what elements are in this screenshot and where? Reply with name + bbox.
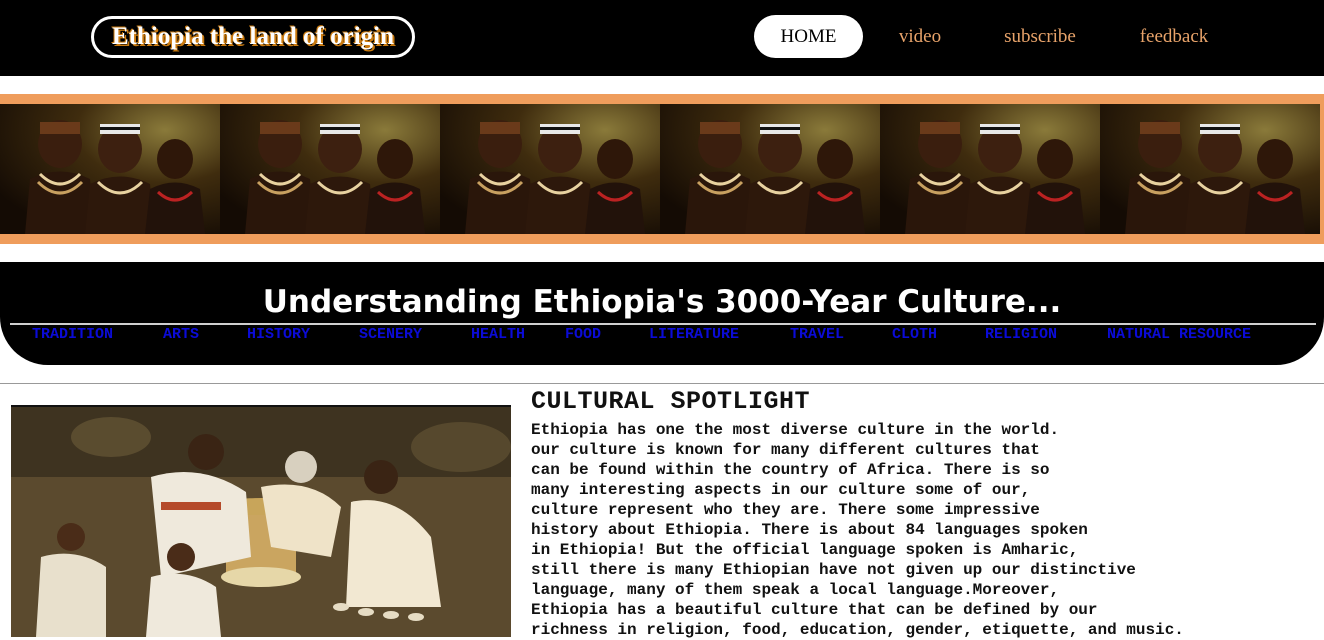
category-natural-resource-link[interactable]: NATURAL RESOURCE	[1107, 326, 1251, 344]
banner-photo-tile	[1100, 104, 1320, 234]
banner-photo-tile	[0, 104, 220, 234]
spotlight-line: history about Ethiopia. There is about 8…	[531, 521, 1088, 539]
banner-image-strip	[0, 104, 1324, 234]
culture-header: Understanding Ethiopia's 3000-Year Cultu…	[0, 262, 1324, 365]
category-literature-link[interactable]: LITERATURE	[649, 326, 739, 344]
banner-photo-tile	[440, 104, 660, 234]
spotlight-line: still there is many Ethiopian have not g…	[531, 561, 1136, 579]
category-health-link[interactable]: HEALTH	[471, 326, 525, 344]
spotlight-line: our culture is known for many different …	[531, 441, 1040, 459]
category-cloth-link[interactable]: CLOTH	[892, 326, 937, 344]
nav-video-link[interactable]: video	[880, 15, 960, 58]
spotlight-line: richness in religion, food, education, g…	[531, 621, 1184, 639]
banner-photo-tile	[220, 104, 440, 234]
category-food-link[interactable]: FOOD	[565, 326, 601, 344]
painting-illustration	[11, 407, 511, 637]
spotlight-body: Ethiopia has one the most diverse cultur…	[531, 420, 1311, 640]
nav-feedback-link[interactable]: feedback	[1124, 15, 1224, 58]
culture-divider	[10, 323, 1316, 325]
category-tradition-link[interactable]: TRADITION	[32, 326, 113, 344]
coffee-ceremony-painting	[11, 405, 511, 637]
spotlight-line: in Ethiopia! But the official language s…	[531, 541, 1079, 559]
nav-subscribe-link[interactable]: subscribe	[990, 15, 1090, 58]
spotlight-title: CULTURAL SPOTLIGHT	[531, 387, 811, 416]
spotlight-line: Ethiopia has one the most diverse cultur…	[531, 421, 1060, 439]
category-travel-link[interactable]: TRAVEL	[790, 326, 844, 344]
spotlight-line: language, many of them speak a local lan…	[531, 581, 1060, 599]
category-history-link[interactable]: HISTORY	[247, 326, 310, 344]
banner-photo-tile	[880, 104, 1100, 234]
banner-photo-tile	[660, 104, 880, 234]
culture-title: Understanding Ethiopia's 3000-Year Cultu…	[262, 284, 1062, 320]
top-navigation-bar: Ethiopia the land of origin HOME video s…	[0, 0, 1324, 76]
nav-home-link[interactable]: HOME	[754, 15, 863, 58]
site-logo[interactable]: Ethiopia the land of origin	[91, 16, 415, 58]
spotlight-line: Ethiopia has a beautiful culture that ca…	[531, 601, 1098, 619]
spotlight-line: culture represent who they are. There so…	[531, 501, 1040, 519]
category-religion-link[interactable]: RELIGION	[985, 326, 1057, 344]
category-arts-link[interactable]: ARTS	[163, 326, 199, 344]
spotlight-line: can be found within the country of Afric…	[531, 461, 1050, 479]
category-scenery-link[interactable]: SCENERY	[359, 326, 422, 344]
section-divider	[0, 383, 1324, 384]
spotlight-line: many interesting aspects in our culture …	[531, 481, 1031, 499]
hero-banner	[0, 94, 1324, 244]
